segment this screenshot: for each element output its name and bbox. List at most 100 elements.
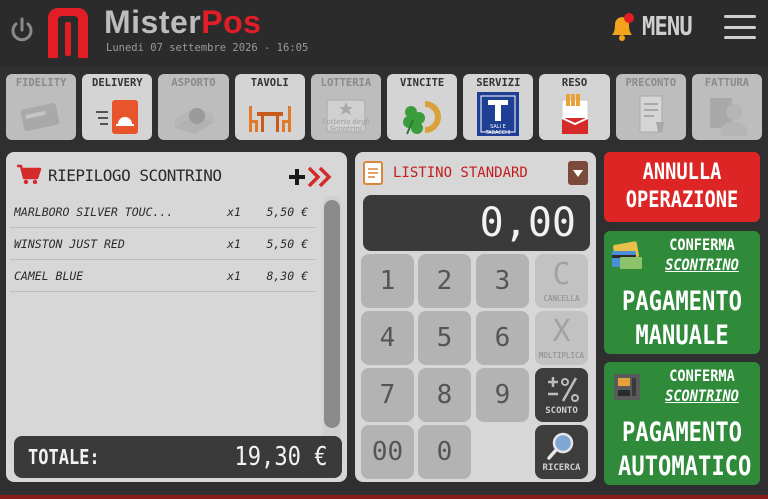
tile-fidelity[interactable]: FIDELITY — [6, 74, 77, 140]
add-forward-icon[interactable] — [287, 164, 339, 190]
power-icon[interactable] — [8, 16, 36, 44]
hamburger-icon[interactable] — [724, 15, 756, 39]
lottery-icon: Lotteria degli Scontrini — [323, 99, 369, 133]
receipt-scrollbar-thumb[interactable] — [324, 200, 340, 428]
key-6[interactable]: 6 — [476, 311, 529, 365]
key-1[interactable]: 1 — [361, 254, 414, 308]
auto-line2: AUTOMATICO — [618, 451, 752, 482]
receipt-row[interactable]: WINSTON JUST RED x1 5,50 € — [10, 228, 316, 260]
document-icon — [363, 161, 383, 185]
brand-part-pos: Pos — [201, 4, 262, 40]
tile-fattura[interactable]: FATTURA — [691, 74, 763, 140]
receipt-header: RIEPILOGO SCONTRINO — [16, 158, 339, 192]
menu-label: MENU — [642, 12, 693, 42]
tile-tavoli[interactable]: TAVOLI — [234, 74, 305, 140]
key-5[interactable]: 5 — [418, 311, 471, 365]
auto-payment-label: PAGAMENTO AUTOMATICO — [604, 416, 760, 484]
invoice-icon — [709, 98, 748, 136]
cancel-glyph: C — [552, 256, 571, 292]
tile-reso[interactable]: RESO — [539, 74, 610, 140]
tile-servizi[interactable]: SERVIZI SALI E TABACCHI — [463, 74, 534, 140]
auto-conf2: SCONTRINO — [665, 386, 739, 405]
menu-button[interactable]: MENU — [608, 10, 756, 44]
key-4[interactable]: 4 — [361, 311, 414, 365]
multiply-glyph: X — [552, 313, 571, 349]
tile-label: FIDELITY — [15, 77, 67, 89]
price-list-header[interactable]: LISTINO STANDARD — [363, 160, 588, 186]
winnings-icon — [403, 101, 442, 135]
manual-conf1: CONFERMA — [669, 235, 735, 254]
chevron-down-icon — [573, 170, 583, 177]
fidelity-card-icon — [20, 103, 60, 131]
key-00[interactable]: 00 — [361, 425, 414, 479]
tile-label: SERVIZI — [476, 77, 521, 89]
notification-bell-icon[interactable] — [608, 12, 636, 42]
datetime: Lunedi 07 settembre 2026 - 16:05 — [106, 42, 309, 54]
receipt-panel: RIEPILOGO SCONTRINO MARLBORO SILVER TOUC… — [6, 152, 347, 482]
price-list-panel: LISTINO STANDARD 0,00 1 2 3 C CANCELLA 4… — [355, 152, 596, 482]
svg-text:Scontrini: Scontrini — [330, 125, 363, 133]
item-name: MARLBORO SILVER TOUC... — [14, 204, 174, 219]
total-bar: TOTALE: 19,30 € — [14, 436, 342, 478]
receipt-row[interactable]: MARLBORO SILVER TOUC... x1 5,50 € — [10, 196, 316, 228]
search-label: RICERCA — [542, 463, 581, 473]
brand-part-mister: Mister — [104, 4, 202, 40]
multiply-key[interactable]: X MOLTIPLICA — [535, 311, 588, 365]
preconto-icon — [639, 95, 664, 133]
cash-machine-icon — [614, 374, 640, 400]
cards-cash-icon — [612, 241, 642, 269]
item-price: 8,30 € — [266, 268, 308, 283]
percent-icon — [547, 377, 579, 402]
cancel-label: CANCELLA — [543, 293, 580, 303]
key-9[interactable]: 9 — [476, 368, 529, 422]
auto-confirm-caption: CONFERMA SCONTRINO — [646, 366, 758, 406]
tile-label: TAVOLI — [250, 77, 289, 89]
delivery-icon — [96, 100, 139, 134]
cancel-key[interactable]: C CANCELLA — [535, 254, 588, 308]
tile-lotteria[interactable]: LOTTERIA Lotteria degli Scontrini — [310, 74, 382, 140]
receipt-items: MARLBORO SILVER TOUC... x1 5,50 € WINSTO… — [10, 196, 316, 292]
tile-asporto[interactable]: ASPORTO — [158, 74, 229, 140]
takeaway-icon — [174, 108, 213, 134]
receipt-title: RIEPILOGO SCONTRINO — [48, 165, 222, 185]
app-header: MisterPos Lunedi 07 settembre 2026 - 16:… — [0, 0, 768, 66]
price-list-dropdown[interactable] — [568, 161, 588, 185]
receipt-row[interactable]: CAMEL BLUE x1 8,30 € — [10, 260, 316, 292]
key-0[interactable]: 0 — [418, 425, 471, 479]
key-7[interactable]: 7 — [361, 368, 414, 422]
multiply-label: MOLTIPLICA — [538, 350, 585, 360]
cancel-operation-button[interactable]: ANNULLA OPERAZIONE — [604, 152, 760, 222]
svg-text:TABACCHI: TABACCHI — [485, 130, 511, 136]
tabacchi-icon: SALI E TABACCHI — [477, 92, 520, 136]
manual-payment-button[interactable]: CONFERMA SCONTRINO PAGAMENTO MANUALE — [604, 231, 760, 354]
tile-vincite[interactable]: VINCITE — [387, 74, 458, 140]
manual-confirm-caption: CONFERMA SCONTRINO — [646, 235, 758, 275]
search-icon — [546, 432, 573, 460]
manual-line1: PAGAMENTO — [622, 286, 742, 317]
search-key[interactable]: RICERCA — [535, 425, 588, 479]
tile-label: RESO — [561, 77, 588, 89]
tile-label: FATTURA — [704, 77, 750, 89]
item-price: 5,50 € — [266, 236, 308, 251]
tile-label: DELIVERY — [92, 77, 143, 89]
key-2[interactable]: 2 — [418, 254, 471, 308]
automatic-payment-button[interactable]: CONFERMA SCONTRINO PAGAMENTO AUTOMATICO — [604, 362, 760, 485]
discount-label: SCONTO — [545, 406, 578, 416]
item-price: 5,50 € — [266, 204, 308, 219]
cancel-line1: ANNULLA — [642, 160, 722, 185]
cart-icon — [17, 164, 42, 185]
auto-conf1: CONFERMA — [669, 366, 735, 385]
total-label: TOTALE: — [28, 445, 100, 469]
manual-payment-label: PAGAMENTO MANUALE — [604, 285, 760, 353]
amount-display: 0,00 — [363, 195, 590, 251]
cancel-line2: OPERAZIONE — [625, 188, 739, 213]
key-8[interactable]: 8 — [418, 368, 471, 422]
misterpos-logo-icon — [48, 8, 88, 58]
tile-preconto[interactable]: PRECONTO — [615, 74, 686, 140]
item-qty: x1 — [227, 268, 241, 283]
item-qty: x1 — [227, 204, 241, 219]
key-3[interactable]: 3 — [476, 254, 529, 308]
tile-delivery[interactable]: DELIVERY — [82, 74, 153, 140]
discount-key[interactable]: SCONTO — [535, 368, 588, 422]
auto-line1: PAGAMENTO — [622, 417, 742, 448]
